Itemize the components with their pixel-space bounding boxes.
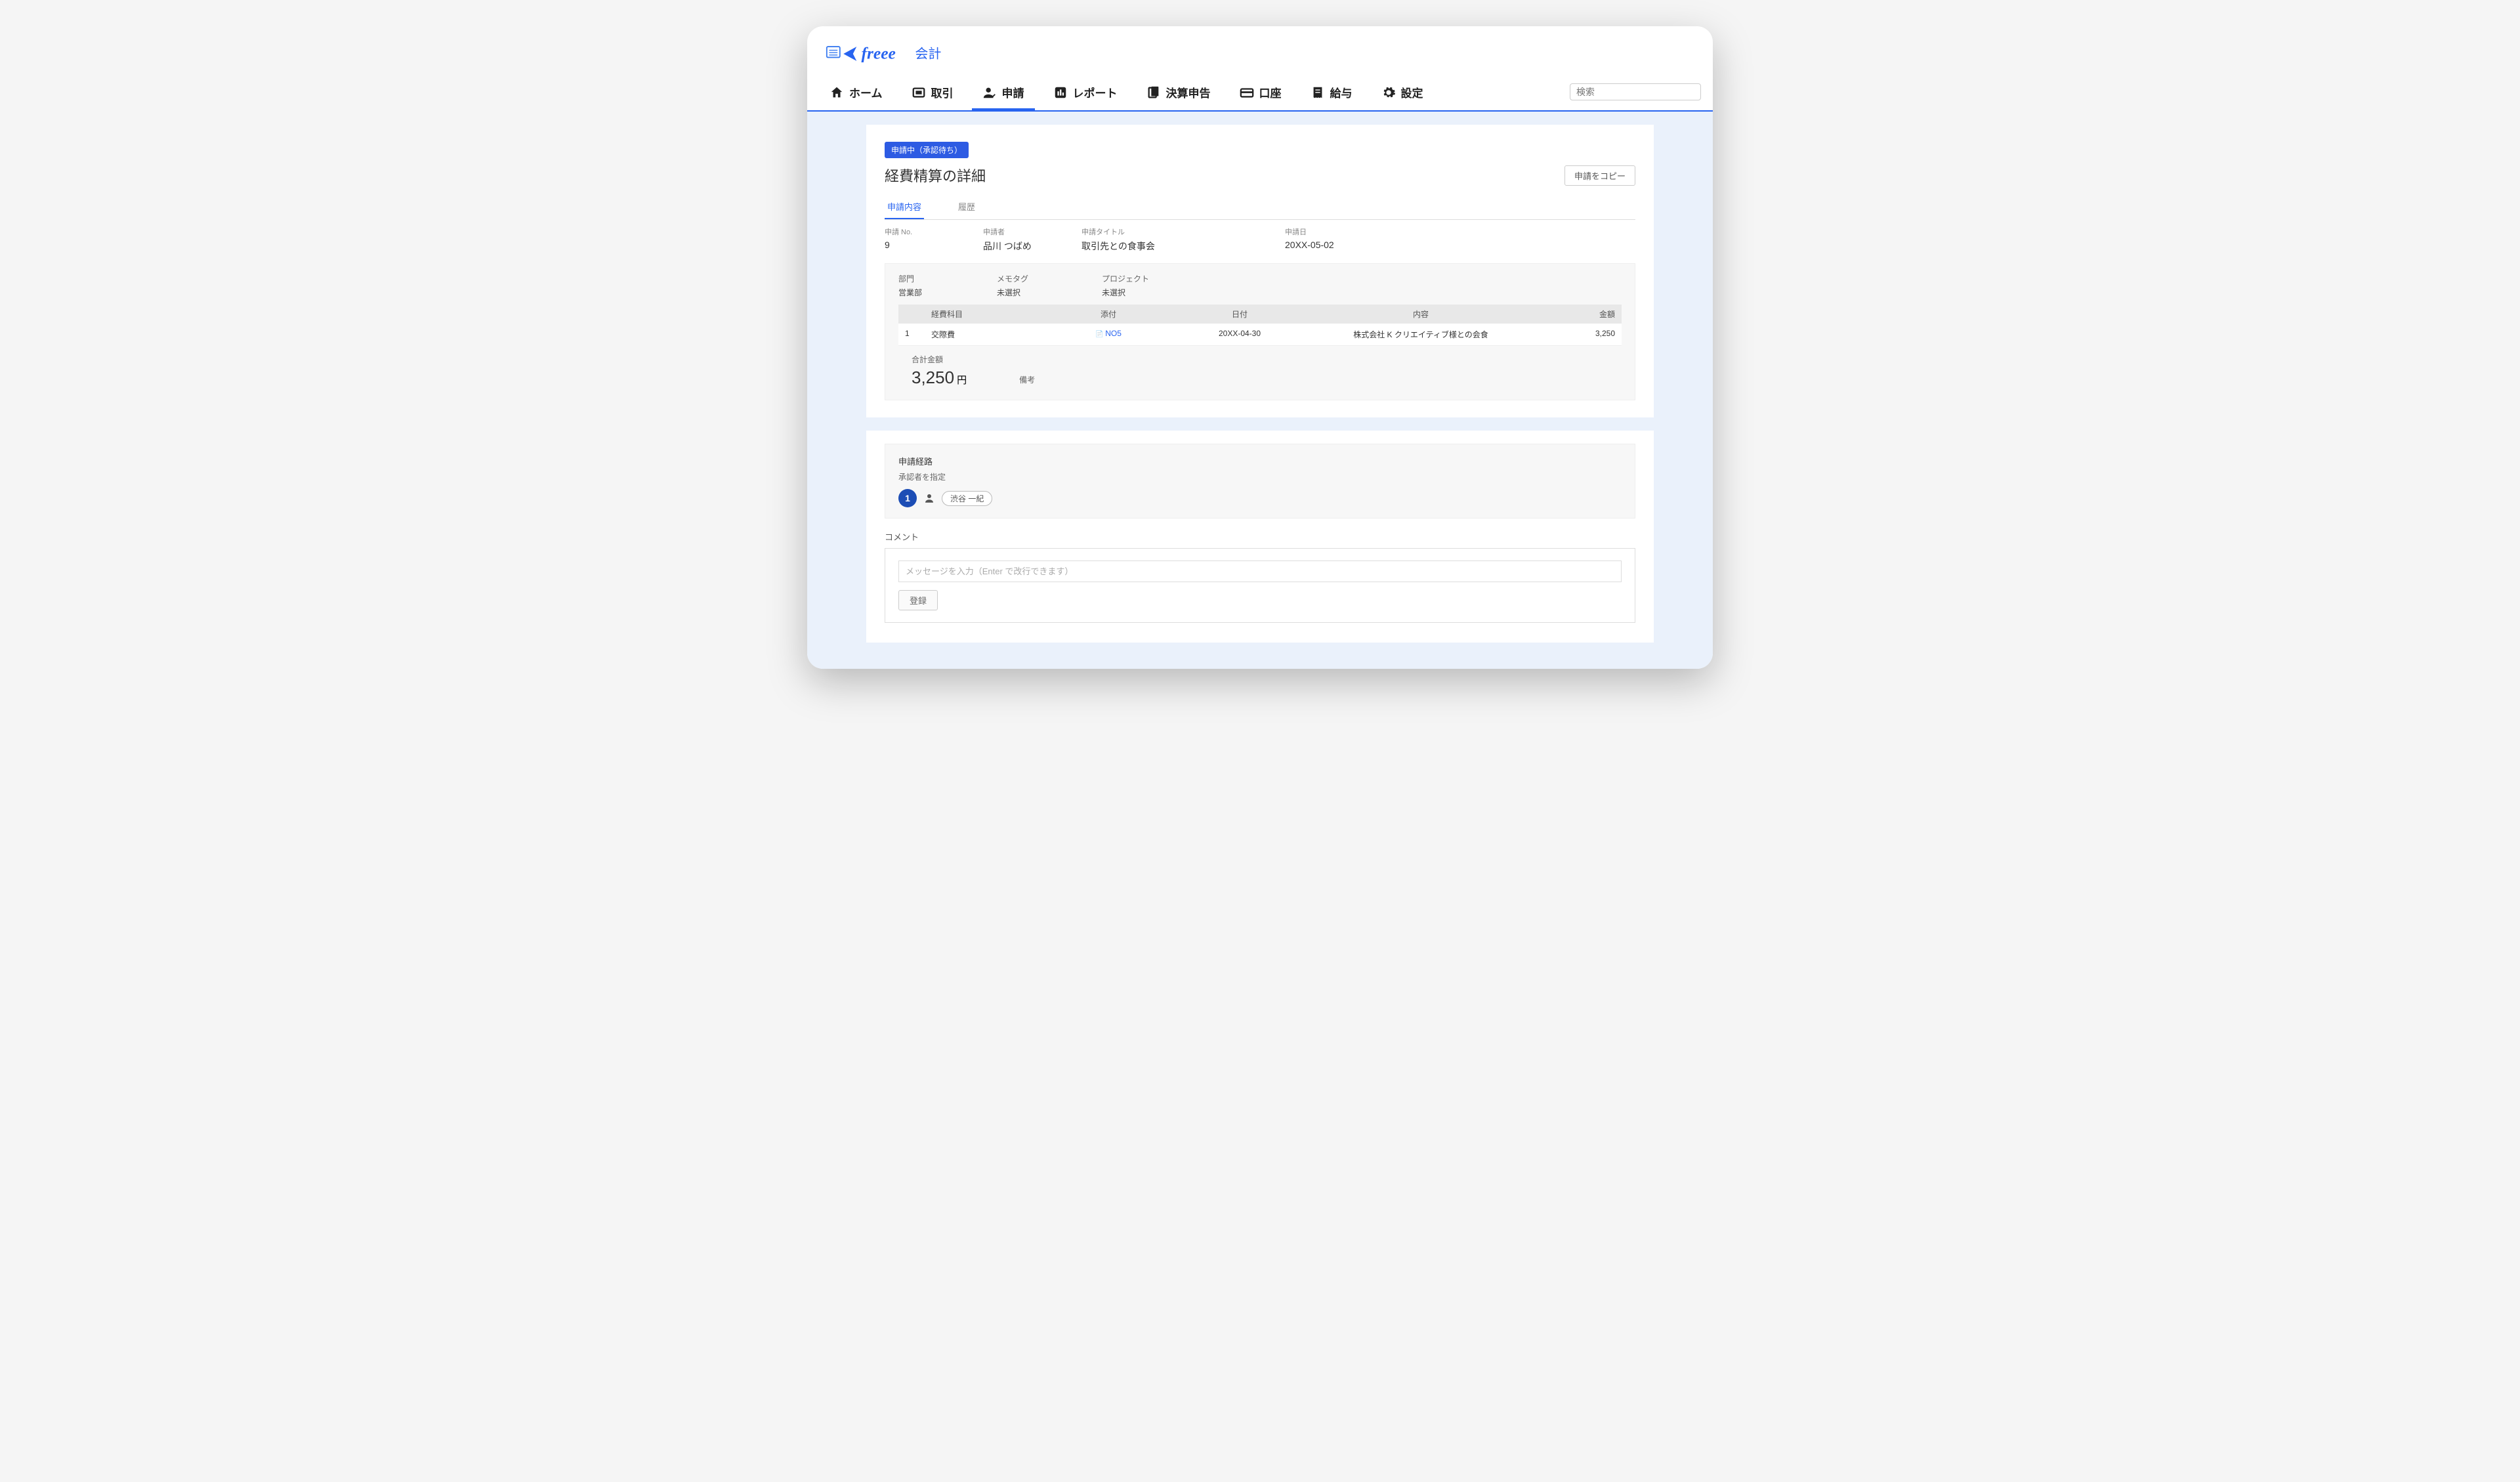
chart-icon xyxy=(1053,85,1068,100)
row-desc: 株式会社 K クリエイティブ様との会食 xyxy=(1305,329,1536,340)
nav-payroll[interactable]: 給与 xyxy=(1300,79,1363,110)
expense-table-head: 経費科目 添付 日付 内容 金額 xyxy=(898,305,1622,324)
copy-request-button[interactable]: 申請をコピー xyxy=(1564,165,1635,186)
nav-settings[interactable]: 設定 xyxy=(1371,79,1434,110)
row-amount: 3,250 xyxy=(1536,329,1615,340)
nav-closing-label: 決算申告 xyxy=(1166,84,1211,100)
expense-detail-box: 部門 営業部 メモタグ 未選択 プロジェクト 未選択 xyxy=(885,263,1635,400)
project-label: プロジェクト xyxy=(1102,273,1622,284)
tab-content[interactable]: 申請内容 xyxy=(885,195,924,219)
person-check-icon xyxy=(982,85,997,100)
section-separator xyxy=(848,417,1672,431)
project-value: 未選択 xyxy=(1102,287,1622,298)
memo-label: メモタグ xyxy=(997,273,1102,284)
nav-closing[interactable]: 決算申告 xyxy=(1136,79,1221,110)
total-unit: 円 xyxy=(957,375,967,386)
svg-text:会計: 会計 xyxy=(915,46,941,61)
route-sub: 承認者を指定 xyxy=(898,471,1622,482)
col-desc: 内容 xyxy=(1305,308,1536,320)
nav-settings-label: 設定 xyxy=(1401,84,1423,100)
col-idx xyxy=(905,308,931,320)
app-window: freee 会計 ホーム 取引 申請 レポート 決算申告 口座 xyxy=(807,26,1713,669)
approver-chip[interactable]: 渋谷 一紀 xyxy=(942,491,992,506)
col-date: 日付 xyxy=(1174,308,1305,320)
header: freee 会計 xyxy=(807,26,1713,72)
receipt-icon xyxy=(1311,85,1325,100)
nav-payroll-label: 給与 xyxy=(1330,84,1353,100)
total-label: 合計金額 xyxy=(912,354,967,365)
page-title: 経費精算の詳細 xyxy=(885,165,986,186)
search-box[interactable] xyxy=(1570,83,1701,100)
status-badge: 申請中（承認待ち） xyxy=(885,142,969,158)
route-title: 申請経路 xyxy=(898,455,1622,467)
table-row: 1 交際費 NO5 20XX-04-30 株式会社 K クリエイティブ様との会食… xyxy=(898,324,1622,346)
gear-icon xyxy=(1381,85,1396,100)
inbox-icon xyxy=(912,85,926,100)
row-account: 交際費 xyxy=(931,329,1043,340)
home-icon xyxy=(830,85,844,100)
route-step-badge: 1 xyxy=(898,489,917,507)
person-icon xyxy=(923,492,935,504)
card-icon xyxy=(1240,85,1254,100)
comment-area: 登録 xyxy=(885,548,1635,623)
meta-date-value: 20XX-05-02 xyxy=(1285,240,1635,250)
nav-reports-label: レポート xyxy=(1073,84,1118,100)
nav-requests-label: 申請 xyxy=(1002,84,1024,100)
content-panel: 申請中（承認待ち） 経費精算の詳細 申請をコピー 申請内容 履歴 申請 No. … xyxy=(866,125,1654,643)
meta-date-label: 申請日 xyxy=(1285,226,1635,237)
main-nav: ホーム 取引 申請 レポート 決算申告 口座 給与 設定 xyxy=(807,72,1713,112)
col-account: 経費科目 xyxy=(931,308,1043,320)
detail-tabs: 申請内容 履歴 xyxy=(885,195,1635,220)
dept-label: 部門 xyxy=(898,273,997,284)
nav-reports[interactable]: レポート xyxy=(1043,79,1128,110)
approval-route-box: 申請経路 承認者を指定 1 渋谷 一紀 xyxy=(885,444,1635,519)
nav-requests[interactable]: 申請 xyxy=(972,79,1035,110)
search-input[interactable] xyxy=(1576,87,1695,97)
attachment-link[interactable]: NO5 xyxy=(1095,329,1122,338)
row-date: 20XX-04-30 xyxy=(1174,329,1305,340)
row-idx: 1 xyxy=(905,329,931,340)
total-value: 3,250 xyxy=(912,368,954,387)
brand-logo: freee 会計 xyxy=(826,41,1694,67)
nav-accounts[interactable]: 口座 xyxy=(1229,79,1292,110)
nav-transactions-label: 取引 xyxy=(931,84,954,100)
meta-applicant-value: 品川 つばめ xyxy=(983,240,1082,253)
comment-section-label: コメント xyxy=(885,530,1635,543)
col-attach: 添付 xyxy=(1043,308,1174,320)
body-area: 申請中（承認待ち） 経費精算の詳細 申請をコピー 申請内容 履歴 申請 No. … xyxy=(807,112,1713,669)
memo-value: 未選択 xyxy=(997,287,1102,298)
meta-title-label: 申請タイトル xyxy=(1082,226,1285,237)
meta-no-label: 申請 No. xyxy=(885,226,983,237)
meta-title-value: 取引先との食事会 xyxy=(1082,240,1285,253)
request-meta: 申請 No. 9 申請者 品川 つばめ 申請タイトル 取引先との食事会 申請日 … xyxy=(885,226,1635,253)
meta-no-value: 9 xyxy=(885,240,983,250)
nav-home[interactable]: ホーム xyxy=(819,79,893,110)
meta-applicant-label: 申請者 xyxy=(983,226,1082,237)
comment-input[interactable] xyxy=(898,561,1622,582)
documents-icon xyxy=(1146,85,1161,100)
col-amount: 金額 xyxy=(1536,308,1615,320)
freee-logo-icon: freee 会計 xyxy=(826,41,957,67)
nav-transactions[interactable]: 取引 xyxy=(901,79,964,110)
nav-home-label: ホーム xyxy=(849,84,883,100)
tab-history[interactable]: 履歴 xyxy=(956,195,978,219)
note-label: 備考 xyxy=(1019,374,1035,385)
svg-text:freee: freee xyxy=(862,43,896,62)
dept-value: 営業部 xyxy=(898,287,997,298)
nav-accounts-label: 口座 xyxy=(1259,84,1282,100)
comment-submit-button[interactable]: 登録 xyxy=(898,590,938,610)
